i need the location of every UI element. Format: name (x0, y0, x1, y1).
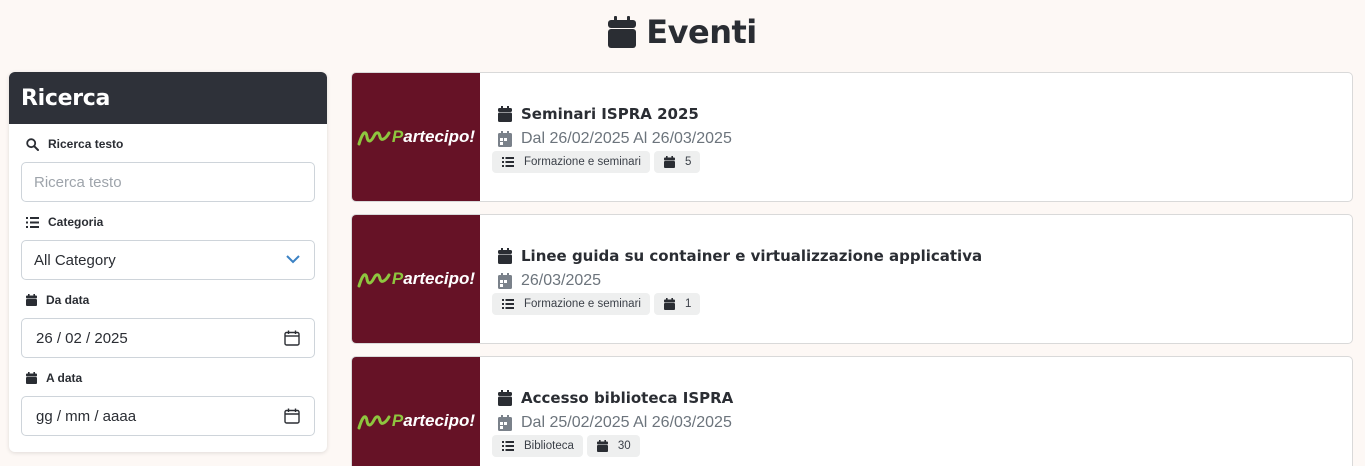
category-label: Categoria (26, 215, 103, 229)
category-label-text: Categoria (48, 215, 104, 229)
date-to-input[interactable]: gg / mm / aaaa (21, 396, 315, 436)
page-header: Eventi (0, 12, 1365, 52)
calendar-icon (663, 156, 675, 168)
event-card[interactable]: Partecipo! Linee guida su container e vi… (351, 214, 1353, 344)
calendar-days-icon (498, 131, 512, 147)
search-input[interactable]: Ricerca testo (21, 162, 315, 202)
search-panel: Ricerca Ricerca testo Ricerca testo Cate… (9, 72, 327, 452)
page-title: Eventi (646, 13, 757, 51)
list-icon (26, 216, 39, 228)
date-to-placeholder: gg / mm / aaaa (36, 407, 137, 425)
event-thumbnail: Partecipo! (352, 357, 480, 466)
search-panel-header: Ricerca (9, 72, 327, 124)
calendar-days-icon (498, 415, 512, 431)
count-badge: 30 (586, 435, 640, 457)
event-body: Seminari ISPRA 2025 Dal 26/02/2025 Al 26… (492, 103, 1340, 173)
search-icon (26, 137, 39, 151)
event-title-row: Accesso biblioteca ISPRA (492, 387, 1340, 409)
event-thumbnail: Partecipo! (352, 73, 480, 201)
chevron-down-icon (286, 255, 300, 264)
category-badge-text: Formazione e seminari (524, 298, 641, 310)
event-card[interactable]: Partecipo! Accesso biblioteca ISPRA Dal … (351, 356, 1353, 466)
calendar-days-icon (498, 273, 512, 289)
event-title[interactable]: Accesso biblioteca ISPRA (521, 389, 733, 407)
event-body: Accesso biblioteca ISPRA Dal 25/02/2025 … (492, 387, 1340, 457)
calendar-icon (608, 16, 637, 48)
logo-mark-icon (357, 415, 391, 430)
partecipo-logo: Partecipo! (357, 127, 475, 147)
calendar-picker-icon[interactable] (284, 408, 300, 424)
search-text-label-text: Ricerca testo (48, 137, 124, 151)
list-icon (502, 299, 514, 309)
event-thumbnail: Partecipo! (352, 215, 480, 343)
event-date-row: Dal 26/02/2025 Al 26/03/2025 (492, 127, 1340, 151)
event-card[interactable]: Partecipo! Seminari ISPRA 2025 Dal 26/02… (351, 72, 1353, 202)
calendar-icon (498, 106, 512, 122)
calendar-icon (26, 294, 37, 306)
list-icon (502, 157, 514, 167)
date-from-label-text: Da data (46, 293, 90, 307)
event-title-row: Seminari ISPRA 2025 (492, 103, 1340, 125)
logo-mark-icon (357, 273, 391, 288)
date-from-input[interactable]: 26 / 02 / 2025 (21, 318, 315, 358)
count-badge-text: 1 (684, 298, 692, 310)
category-badge-text: Formazione e seminari (524, 156, 641, 168)
date-from-value: 26 / 02 / 2025 (36, 329, 128, 347)
partecipo-logo: Partecipo! (357, 411, 475, 431)
count-badge: 1 (653, 293, 701, 315)
calendar-icon (498, 248, 512, 264)
event-date-row: 26/03/2025 (492, 269, 1340, 293)
category-badge[interactable]: Formazione e seminari (492, 293, 650, 315)
event-title[interactable]: Linee guida su container e virtualizzazi… (521, 247, 982, 265)
count-badge: 5 (653, 151, 701, 173)
count-badge-text: 30 (617, 440, 631, 452)
calendar-icon (26, 372, 37, 384)
partecipo-logo: Partecipo! (357, 269, 475, 289)
category-selected-value: All Category (34, 251, 116, 269)
calendar-picker-icon[interactable] (284, 330, 300, 346)
category-badge[interactable]: Formazione e seminari (492, 151, 650, 173)
calendar-icon (596, 440, 608, 452)
event-date: Dal 25/02/2025 Al 26/03/2025 (521, 414, 732, 431)
date-to-label: A data (26, 371, 82, 385)
count-badge-text: 5 (684, 156, 692, 168)
calendar-icon (663, 298, 675, 310)
calendar-icon (498, 390, 512, 406)
date-from-label: Da data (26, 293, 89, 307)
category-select[interactable]: All Category (21, 240, 315, 280)
event-tags: Formazione e seminari 1 (492, 293, 1340, 315)
logo-mark-icon (357, 131, 391, 146)
date-to-label-text: A data (46, 371, 83, 385)
event-title[interactable]: Seminari ISPRA 2025 (521, 105, 699, 123)
event-date: Dal 26/02/2025 Al 26/03/2025 (521, 130, 732, 147)
list-icon (502, 441, 514, 451)
search-panel-title: Ricerca (21, 85, 111, 111)
event-date-row: Dal 25/02/2025 Al 26/03/2025 (492, 411, 1340, 435)
category-badge-text: Biblioteca (524, 440, 574, 452)
event-tags: Formazione e seminari 5 (492, 151, 1340, 173)
search-input-placeholder: Ricerca testo (34, 173, 122, 191)
search-text-label: Ricerca testo (26, 137, 123, 151)
event-title-row: Linee guida su container e virtualizzazi… (492, 245, 1340, 267)
category-badge[interactable]: Biblioteca (492, 435, 583, 457)
event-body: Linee guida su container e virtualizzazi… (492, 245, 1340, 315)
event-tags: Biblioteca 30 (492, 435, 1340, 457)
event-date: 26/03/2025 (521, 272, 602, 289)
